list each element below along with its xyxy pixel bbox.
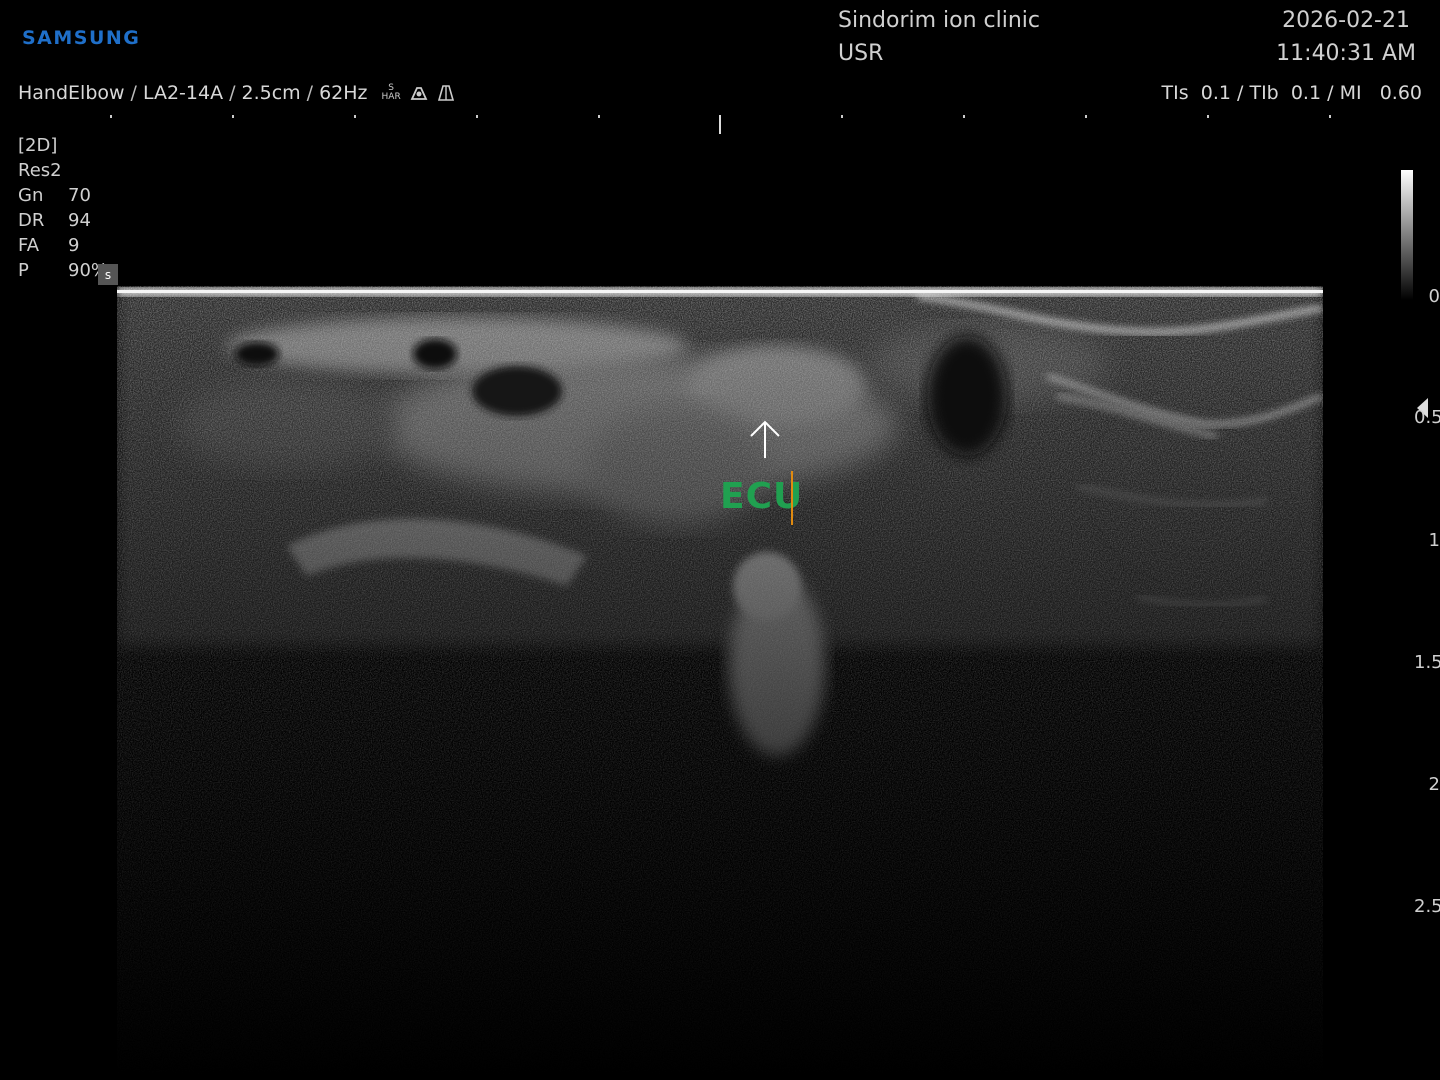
preset-name: HandElbow [18,82,125,104]
annotation-arrow-icon [750,420,780,458]
depth-tick-0: 0 [1428,286,1440,307]
tis-value: 0.1 [1200,82,1231,104]
clinic-name: Sindorim ion clinic [838,8,1041,33]
transducer-name: LA2-14A [142,82,224,104]
tis-label: TIs [1161,82,1189,104]
beam-icon [437,85,454,101]
power-mode-icon: s [98,264,118,285]
ultrasound-image [117,286,1323,1080]
probe-info: HandElbow / LA2-14A / 2.5cm / 62Hz S HAR [18,82,455,104]
mi-label: MI [1339,82,1362,104]
safety-indices: TIs 0.1 / TIb 0.1 / MI 0.60 [1161,82,1422,104]
mode-icons: S HAR [382,84,455,102]
dynamic-range-value: 94 [68,210,91,231]
s-har-icon: S HAR [381,83,401,102]
depth-tick-2: 2 [1428,774,1440,795]
probe-icon [410,87,428,100]
frame-average-value: 9 [68,235,80,256]
gain-row: Gn 70 [18,185,91,206]
tib-value: 0.1 [1290,82,1322,104]
depth-value: 2.5cm [241,82,301,104]
power-row: P 90% [18,260,109,281]
depth-tick-2-5: 2.5 [1414,896,1440,917]
resolution-preset: Res2 [18,160,62,181]
mi-value: 0.60 [1379,82,1422,104]
depth-tick-0-5: 0.5 [1414,407,1440,428]
imaging-parameters: [2D] Res2 Gn 70 DR 94 FA 9 P 90% [18,133,108,283]
exam-date: 2026-02-21 [1282,8,1410,33]
mode-label: [2D] [18,135,58,156]
text-cursor [791,471,793,525]
depth-tick-1: 1 [1428,530,1440,551]
lateral-ruler [110,115,1331,134]
samsung-logo: SAMSUNG [22,27,141,49]
user-label: USR [838,41,884,66]
tib-label: TIb [1249,82,1279,104]
dynamic-range-row: DR 94 [18,210,91,231]
exam-time: 11:40:31 AM [1276,41,1416,66]
depth-tick-1-5: 1.5 [1414,652,1440,673]
grayscale-bar [1401,170,1413,300]
frame-average-row: FA 9 [18,235,80,256]
frame-rate: 62Hz [319,82,368,104]
gain-value: 70 [68,185,91,206]
